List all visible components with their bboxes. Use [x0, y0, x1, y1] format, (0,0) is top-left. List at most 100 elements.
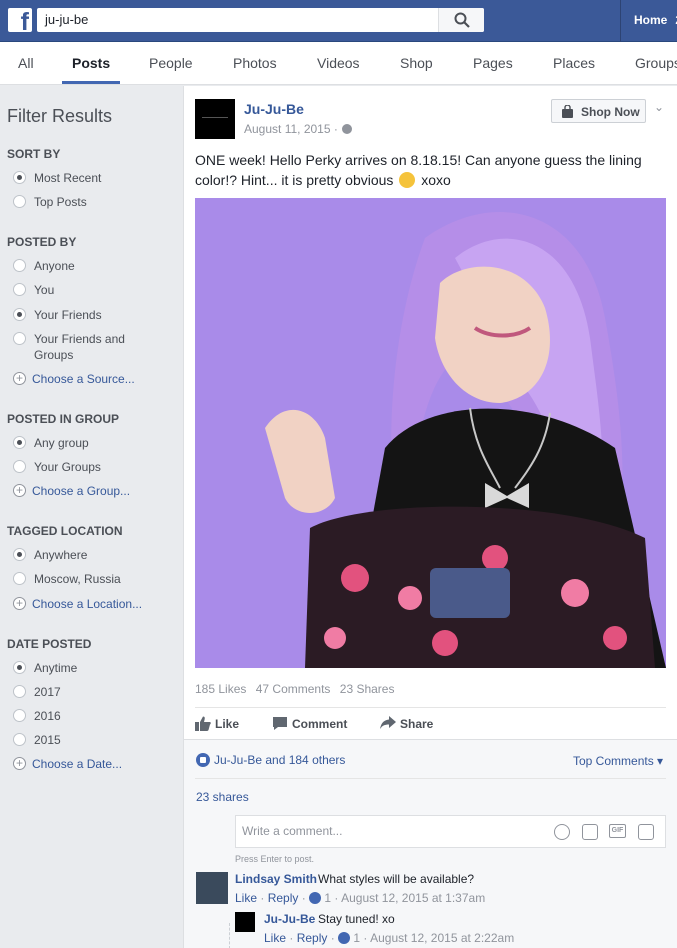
- radio-icon[interactable]: [13, 572, 26, 585]
- home-label[interactable]: Home: [634, 13, 667, 27]
- reply-avatar[interactable]: [235, 912, 255, 932]
- comments-section: Ju-Ju-Be and 184 others Top Comments ▾ 2…: [184, 739, 677, 948]
- radio-selected-icon[interactable]: [13, 436, 26, 449]
- radio-icon[interactable]: [13, 733, 26, 746]
- tab-posts[interactable]: Posts: [61, 42, 121, 84]
- likers-summary[interactable]: Ju-Ju-Be and 184 others: [196, 753, 345, 767]
- emoji-icon[interactable]: [554, 824, 570, 840]
- home-link[interactable]: Home2: [620, 0, 677, 42]
- radio-selected-icon[interactable]: [13, 308, 26, 321]
- radio-icon[interactable]: [13, 259, 26, 272]
- reply-timestamp[interactable]: August 12, 2015 at 2:22am: [370, 931, 514, 945]
- reply-reply-link[interactable]: Reply: [297, 931, 328, 945]
- section-title-date-posted: DATE POSTED: [7, 637, 92, 651]
- top-comments-dropdown[interactable]: Top Comments ▾: [573, 754, 663, 768]
- tab-pages[interactable]: Pages: [473, 42, 513, 84]
- thumbs-up-icon: [195, 716, 211, 731]
- share-label: Share: [400, 717, 434, 731]
- share-arrow-icon: [380, 716, 396, 729]
- reply-author[interactable]: Ju-Ju-Be: [264, 912, 315, 926]
- page-avatar[interactable]: [195, 99, 235, 139]
- post-timestamp[interactable]: August 11, 2015 ·: [244, 122, 338, 136]
- comments-count[interactable]: 47 Comments: [256, 682, 331, 696]
- post-text-main: ONE week! Hello Perky arrives on 8.18.15…: [195, 152, 642, 188]
- comment-text: What styles will be available?: [318, 872, 475, 886]
- camera-icon[interactable]: [582, 824, 598, 840]
- post-text-end: xoxo: [421, 172, 451, 188]
- globe-icon: [342, 124, 352, 134]
- divider: [195, 778, 666, 779]
- press-enter-hint: Press Enter to post.: [235, 854, 315, 864]
- likers-text[interactable]: Ju-Ju-Be and 184 others: [214, 753, 345, 767]
- reply-like-count[interactable]: 1: [353, 931, 360, 945]
- comment-box[interactable]: Write a comment... GIF: [235, 815, 666, 848]
- radio-icon[interactable]: [13, 283, 26, 296]
- plus-icon: +: [13, 757, 26, 770]
- post-photo[interactable]: [195, 198, 666, 668]
- section-title-tagged-location: TAGGED LOCATION: [7, 524, 123, 538]
- like-reaction-icon: [196, 753, 210, 767]
- search-box[interactable]: ju-ju-be: [37, 8, 484, 32]
- wink-emoji-icon: [399, 172, 416, 188]
- comment-meta: Like · Reply · 1 · August 12, 2015 at 1:…: [235, 891, 486, 905]
- photo-illustration: [195, 198, 666, 668]
- search-tabs: All Posts People Photos Videos Shop Page…: [0, 42, 677, 85]
- sticker-icon[interactable]: [638, 824, 654, 840]
- page-name-link[interactable]: Ju-Ju-Be: [244, 101, 304, 117]
- reply-thread-line: [229, 923, 230, 948]
- search-icon: [454, 12, 470, 28]
- radio-icon[interactable]: [13, 332, 26, 345]
- tab-shop[interactable]: Shop: [400, 42, 433, 84]
- gif-icon[interactable]: GIF: [609, 824, 626, 838]
- like-reaction-icon: [338, 932, 351, 944]
- reply-meta: Like · Reply · 1 · August 12, 2015 at 2:…: [264, 931, 515, 945]
- tab-places[interactable]: Places: [553, 42, 595, 84]
- tab-all[interactable]: All: [18, 42, 34, 84]
- shop-now-label: Shop Now: [581, 105, 640, 119]
- section-title-posted-by: POSTED BY: [7, 235, 77, 249]
- tab-people[interactable]: People: [149, 42, 193, 84]
- shopping-bag-icon: [562, 105, 573, 118]
- radio-icon[interactable]: [13, 709, 26, 722]
- radio-icon[interactable]: [13, 195, 26, 208]
- shares-link[interactable]: 23 shares: [196, 790, 249, 804]
- reply-text: Stay tuned! xo: [318, 912, 395, 926]
- radio-icon[interactable]: [13, 685, 26, 698]
- tab-groups[interactable]: Groups: [635, 42, 677, 84]
- divider: [195, 707, 666, 708]
- tab-photos[interactable]: Photos: [233, 42, 277, 84]
- comment-like-link[interactable]: Like: [235, 891, 257, 905]
- section-title-posted-in-group: POSTED IN GROUP: [7, 412, 120, 426]
- search-input[interactable]: ju-ju-be: [45, 12, 88, 27]
- comment-input[interactable]: Write a comment...: [242, 824, 342, 838]
- radio-selected-icon[interactable]: [13, 548, 26, 561]
- comment-like-count[interactable]: 1: [324, 891, 331, 905]
- chevron-down-icon[interactable]: ⌄: [654, 100, 664, 114]
- comment-reply-link[interactable]: Reply: [268, 891, 299, 905]
- section-title-sort-by: SORT BY: [7, 147, 61, 161]
- filter-title: Filter Results: [7, 106, 113, 126]
- plus-icon: +: [13, 597, 26, 610]
- post-card: Ju-Ju-Be August 11, 2015 · Shop Now ⌄ ON…: [183, 86, 677, 948]
- commenter-avatar[interactable]: [196, 872, 228, 904]
- plus-icon: +: [13, 484, 26, 497]
- comment-label: Comment: [292, 717, 348, 731]
- radio-icon[interactable]: [13, 460, 26, 473]
- reaction-counts: 185 Likes 47 Comments 23 Shares: [195, 682, 394, 696]
- comment-author[interactable]: Lindsay Smith: [235, 872, 317, 886]
- shares-count[interactable]: 23 Shares: [340, 682, 395, 696]
- top-bar: f ju-ju-be Home2: [0, 0, 677, 42]
- radio-selected-icon[interactable]: [13, 171, 26, 184]
- radio-selected-icon[interactable]: [13, 661, 26, 674]
- likes-count[interactable]: 185 Likes: [195, 682, 246, 696]
- reply-like-link[interactable]: Like: [264, 931, 286, 945]
- like-label: Like: [215, 717, 240, 731]
- post-text: ONE week! Hello Perky arrives on 8.18.15…: [195, 150, 665, 190]
- facebook-logo-icon[interactable]: f: [8, 8, 32, 35]
- shop-now-button[interactable]: Shop Now: [551, 99, 646, 123]
- plus-icon: +: [13, 372, 26, 385]
- search-button[interactable]: [438, 8, 484, 32]
- tab-videos[interactable]: Videos: [317, 42, 360, 84]
- comment-timestamp[interactable]: August 12, 2015 at 1:37am: [341, 891, 485, 905]
- filter-sidebar: Filter Results SORT BY Most Recent Top P…: [7, 106, 143, 771]
